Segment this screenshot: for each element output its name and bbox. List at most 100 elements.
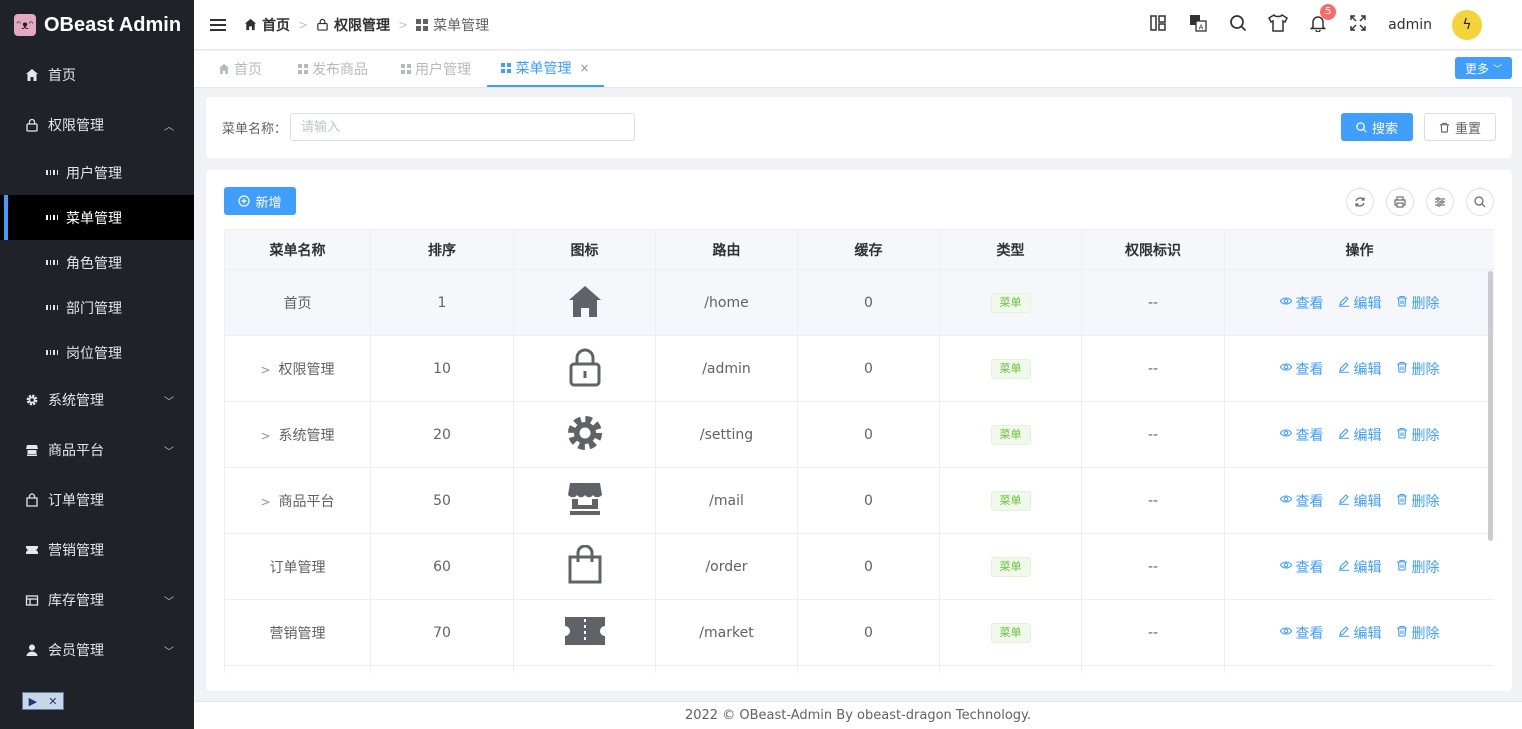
play-icon[interactable]: ▶ [29,695,37,708]
table-row[interactable]: > 权限管理 10/admin 0 菜单 -- 查看 编辑 删除 [224,335,1494,402]
sidebar-subitem-menus[interactable]: 菜单管理 [0,195,194,240]
cell-route: /market [655,599,798,666]
sidebar-item-label: 权限管理 [48,118,104,134]
sidebar-item-inventory[interactable]: 库存管理 ﹀ [0,575,194,625]
column-header[interactable]: 图标 [513,229,656,270]
eye-icon [1279,427,1292,442]
sidebar-item-permissions[interactable]: 权限管理 ︿ [0,100,194,150]
sidebar-item-products[interactable]: 商品平台 ﹀ [0,425,194,475]
view-button[interactable]: 查看 [1279,359,1324,379]
menu-name-text: 权限管理 [278,361,335,378]
edit-icon [1338,493,1350,508]
sidebar-subitem-label: 用户管理 [66,165,122,182]
bell-icon[interactable]: 5 [1308,3,1337,37]
tab-label: 发布商品 [312,62,368,78]
delete-button[interactable]: 删除 [1396,491,1440,511]
expand-arrow-icon[interactable]: > [260,363,270,377]
sidebar-item-orders[interactable]: 订单管理 [0,475,194,525]
sidebar-subitem-positions[interactable]: 岗位管理 [0,330,194,375]
home-icon [244,18,257,31]
column-header[interactable]: 路由 [655,229,798,270]
menu-name-text: 首页 [283,295,312,312]
table-row[interactable]: > 商品平台 50/mail 0 菜单 -- 查看 编辑 删除 [224,467,1494,534]
expand-arrow-icon[interactable]: > [260,429,270,443]
toggle-search-button[interactable] [1466,188,1494,216]
close-icon[interactable]: × [579,61,589,75]
column-settings-button[interactable] [1426,188,1454,216]
column-header[interactable]: 菜单名称 [224,229,371,270]
delete-button[interactable]: 删除 [1396,557,1440,577]
view-button[interactable]: 查看 [1279,425,1324,445]
breadcrumb-item-permissions[interactable]: 权限管理 [316,15,390,35]
edit-button[interactable]: 编辑 [1338,557,1382,577]
tab-label: 用户管理 [415,62,471,78]
username[interactable]: admin [1388,17,1432,33]
tab-home[interactable]: 首页 [218,51,262,87]
edit-button[interactable]: 编辑 [1338,359,1382,379]
table-row[interactable]: > 系统管理 20/setting 0 菜单 -- 查看 编辑 删除 [224,401,1494,468]
cell-permission: -- [1081,599,1225,666]
sidebar-subitem-departments[interactable]: 部门管理 [0,285,194,330]
lock-icon [567,347,603,387]
column-header[interactable]: 排序 [370,229,514,270]
table-row[interactable]: 订单管理 60/order 0 菜单 -- 查看 编辑 删除 [224,533,1494,600]
view-button[interactable]: 查看 [1279,623,1324,643]
close-icon[interactable]: ✕ [48,695,57,708]
refresh-button[interactable] [1346,188,1374,216]
column-header[interactable]: 缓存 [797,229,940,270]
sidebar-subitem-users[interactable]: 用户管理 [0,150,194,195]
theme-shirt-icon[interactable] [1268,13,1289,37]
more-tabs-button[interactable]: 更多 ﹀ [1454,57,1512,79]
cell-cache: 0 [797,335,940,402]
media-widget[interactable]: ▶ ✕ [22,692,64,710]
cell-icon [513,599,656,666]
sidebar-item-system[interactable]: 系统管理 ﹀ [0,375,194,425]
table-scrollbar[interactable] [1488,271,1493,541]
delete-button[interactable]: 删除 [1396,293,1440,313]
sidebar-item-marketing[interactable]: 营销管理 [0,525,194,575]
add-button[interactable]: 新增 [224,187,296,215]
table-row[interactable]: 首页 1/home 0 菜单 -- 查看 编辑 删除 [224,269,1494,336]
view-button[interactable]: 查看 [1279,491,1324,511]
logo[interactable]: ᵔᴥᵔ OBeast Admin [0,0,194,50]
avatar[interactable]: ϟ [1452,10,1482,40]
delete-button[interactable]: 删除 [1396,425,1440,445]
edit-button[interactable]: 编辑 [1338,623,1382,643]
expand-arrow-icon[interactable]: > [260,495,270,509]
print-button[interactable] [1386,188,1414,216]
translate-icon[interactable]: A [1188,14,1208,37]
column-header[interactable]: 权限标识 [1081,229,1225,270]
column-header[interactable]: 操作 [1224,229,1494,270]
search-button[interactable]: 搜索 [1341,113,1413,141]
view-label: 查看 [1295,625,1324,642]
column-header[interactable]: 类型 [939,229,1082,270]
lock-icon [317,18,328,31]
tab-menus[interactable]: 菜单管理 × [487,51,604,87]
reset-button[interactable]: 重置 [1424,113,1496,141]
grid-icon [46,215,58,220]
breadcrumb-item-home[interactable]: 首页 [244,15,290,35]
edit-button[interactable]: 编辑 [1338,425,1382,445]
layout-icon[interactable] [1148,14,1168,37]
fullscreen-icon[interactable] [1348,14,1368,37]
table-row[interactable] [224,665,1494,673]
sidebar-item-label: 库存管理 [48,593,104,609]
edit-button[interactable]: 编辑 [1338,491,1382,511]
view-button[interactable]: 查看 [1279,293,1324,313]
view-button[interactable]: 查看 [1279,557,1324,577]
sidebar-subitem-roles[interactable]: 角色管理 [0,240,194,285]
edit-button[interactable]: 编辑 [1338,293,1382,313]
table-row[interactable]: 营销管理 70/market 0 菜单 -- 查看 编辑 删除 [224,599,1494,666]
search-icon[interactable] [1228,14,1248,37]
sidebar-item-members[interactable]: 会员管理 ﹀ [0,625,194,675]
delete-button[interactable]: 删除 [1396,359,1440,379]
sidebar-item-home[interactable]: 首页 [0,50,194,100]
delete-button[interactable]: 删除 [1396,623,1440,643]
table-viewport[interactable]: 菜单名称 排序 图标 路由 缓存 类型 权限标识 操作 首页 1/home 0 菜单 -… [224,229,1494,673]
menu-name-input[interactable] [290,113,635,141]
hamburger-icon[interactable] [210,18,226,31]
delete-label: 删除 [1411,427,1440,444]
home-icon [218,63,230,75]
tab-users[interactable]: 用户管理 [401,51,471,87]
tab-publish-product[interactable]: 发布商品 [298,51,368,87]
